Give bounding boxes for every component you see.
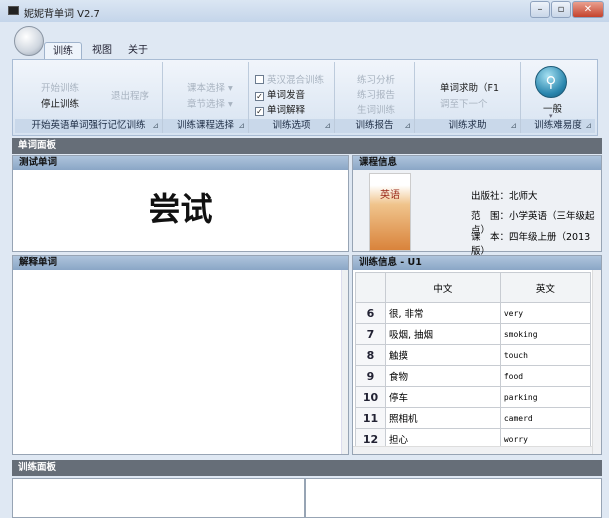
table-row[interactable]: 7 吸烟, 抽烟 smoking [355, 323, 591, 345]
dialog-launcher-icon[interactable]: ⊿ [510, 119, 517, 133]
row-number: 11 [355, 407, 386, 429]
tab-about[interactable]: 关于 [120, 42, 156, 60]
table-row[interactable]: 10 停车 parking [355, 386, 591, 408]
difficulty-key-icon[interactable]: ⚲ [535, 66, 567, 98]
practice-analysis-button[interactable]: 练习分析 [357, 72, 395, 86]
group-label: 训练报告 [355, 120, 394, 131]
stop-training-button[interactable]: 停止训练 [41, 96, 79, 110]
table-row[interactable]: 12 担心 worry [355, 428, 591, 446]
english-cell: food [499, 365, 591, 387]
english-cell: smoking [499, 323, 591, 345]
app-icon [8, 6, 19, 15]
row-number: 7 [355, 323, 386, 345]
course-info-panel: 课程信息 英语 出版社：北师大 范 围：小学英语（三年级起点） 课 本：四年级上… [352, 155, 602, 257]
column-header-chinese: 中文 [385, 272, 501, 303]
minimize-button[interactable]: – [530, 1, 550, 18]
scrollbar[interactable] [341, 270, 348, 454]
row-number: 12 [355, 428, 386, 446]
training-info-header: 训练信息 - U1 [353, 256, 601, 270]
english-cell: touch [499, 344, 591, 366]
dialog-launcher-icon[interactable]: ⊿ [152, 119, 159, 133]
chinese-cell: 停车 [385, 386, 501, 408]
horizontal-scrollbar[interactable] [353, 446, 592, 454]
train-panel-left [12, 478, 305, 518]
group-label: 训练难易度 [534, 120, 582, 131]
explain-word-header: 解释单词 [13, 256, 348, 270]
chinese-cell: 触摸 [385, 344, 501, 366]
word-table: 中文 英文 6 很, 非常 very 7 吸烟, 抽烟 smoking 8 触摸 touch 9 食物… [355, 272, 591, 446]
group-options: 英汉混合训练 ✓ 单词发音 ✓ 单词解释 训练选项 ⊿ [249, 62, 335, 133]
chinese-cell: 很, 非常 [385, 302, 501, 324]
dialog-launcher-icon[interactable]: ⊿ [238, 119, 245, 133]
tab-view[interactable]: 视图 [84, 42, 120, 60]
test-word-header: 测试单词 [13, 156, 348, 170]
checkbox-label: 英汉混合训练 [267, 75, 325, 86]
table-row[interactable]: 8 触摸 touch [355, 344, 591, 366]
row-number: 10 [355, 386, 386, 408]
table-row[interactable]: 11 照相机 camerd [355, 407, 591, 429]
test-word: 尝试 [148, 190, 213, 228]
new-words-training-button[interactable]: 生词训练 [357, 102, 395, 116]
group-difficulty: ⚲ 一般 ▾ 训练难易度 ⊿ [521, 62, 595, 133]
english-cell: worry [499, 428, 591, 446]
app-menu-orb[interactable] [14, 26, 44, 56]
course-info-header: 课程信息 [353, 156, 601, 170]
mixed-training-checkbox[interactable]: 英汉混合训练 [255, 72, 324, 86]
dialog-launcher-icon[interactable]: ⊿ [404, 119, 411, 133]
chinese-cell: 食物 [385, 365, 501, 387]
train-panel-header: 训练面板 [12, 460, 602, 476]
english-cell: parking [499, 386, 591, 408]
chapter-select-dropdown[interactable]: 章节选择 ▾ [187, 96, 233, 110]
row-number: 8 [355, 344, 386, 366]
chinese-cell: 担心 [385, 428, 501, 446]
dialog-launcher-icon[interactable]: ⊿ [324, 119, 331, 133]
table-row[interactable]: 9 食物 food [355, 365, 591, 387]
dialog-launcher-icon[interactable]: ⊿ [585, 119, 592, 133]
maximize-button[interactable]: ▫ [551, 1, 571, 18]
book-select-dropdown[interactable]: 课本选择 ▾ [187, 80, 233, 94]
explain-word-panel: 解释单词 [12, 255, 349, 455]
vertical-scrollbar[interactable] [592, 270, 601, 454]
test-word-panel: 测试单词 尝试 [12, 155, 349, 252]
window-title: 妮妮背单词 V2.7 [24, 9, 100, 20]
start-training-button[interactable]: 开始训练 [41, 80, 79, 94]
group-label: 开始英语单词强行记忆训练 [31, 120, 146, 131]
group-label: 训练课程选择 [176, 120, 234, 131]
close-button[interactable]: ✕ [572, 1, 604, 18]
english-cell: camerd [499, 407, 591, 429]
chinese-cell: 吸烟, 抽烟 [385, 323, 501, 345]
english-cell: very [499, 302, 591, 324]
group-course-select: 课本选择 ▾ 章节选择 ▾ 训练课程选择 ⊿ [163, 62, 249, 133]
train-panel-right [305, 478, 602, 518]
cover-title: 英语 [380, 190, 400, 201]
chinese-cell: 照相机 [385, 407, 501, 429]
tab-train[interactable]: 训练 [44, 42, 82, 60]
word-panel-header: 单词面板 [12, 138, 602, 154]
column-header-english: 英文 [499, 272, 591, 303]
training-info-panel: 训练信息 - U1 中文 英文 6 很, 非常 very 7 吸烟, 抽烟 smoking 8… [352, 255, 602, 455]
textbook: 课 本：四年级上册（2013版） [471, 232, 591, 257]
textbook-cover-image: 英语 [369, 173, 411, 251]
row-number: 9 [355, 365, 386, 387]
explain-checkbox[interactable]: ✓ 单词解释 [255, 102, 305, 116]
pronounce-checkbox[interactable]: ✓ 单词发音 [255, 87, 305, 101]
ribbon: 开始训练 停止训练 退出程序 开始英语单词强行记忆训练 ⊿ 课本选择 ▾ 章节选择… [12, 59, 598, 136]
group-help: 单词求助（F1 调至下一个 训练求助 ⊿ [415, 62, 521, 133]
group-report: 练习分析 练习报告 生词训练 训练报告 ⊿ [335, 62, 415, 133]
word-help-button[interactable]: 单词求助（F1 [440, 80, 499, 94]
checkbox-label: 单词发音 [267, 90, 306, 101]
group-start-training: 开始训练 停止训练 退出程序 开始英语单词强行记忆训练 ⊿ [15, 62, 163, 133]
publisher: 出版社：北师大 [471, 191, 538, 202]
row-header-corner [355, 272, 386, 303]
row-number: 6 [355, 302, 386, 324]
exit-button[interactable]: 退出程序 [111, 88, 149, 102]
group-label: 训练选项 [272, 120, 311, 131]
practice-report-button[interactable]: 练习报告 [357, 87, 395, 101]
next-word-button[interactable]: 调至下一个 [440, 96, 488, 110]
checkbox-label: 单词解释 [267, 105, 306, 116]
title-bar: 妮妮背单词 V2.7 – ▫ ✕ [0, 0, 609, 22]
table-row[interactable]: 6 很, 非常 very [355, 302, 591, 324]
group-label: 训练求助 [448, 120, 487, 131]
